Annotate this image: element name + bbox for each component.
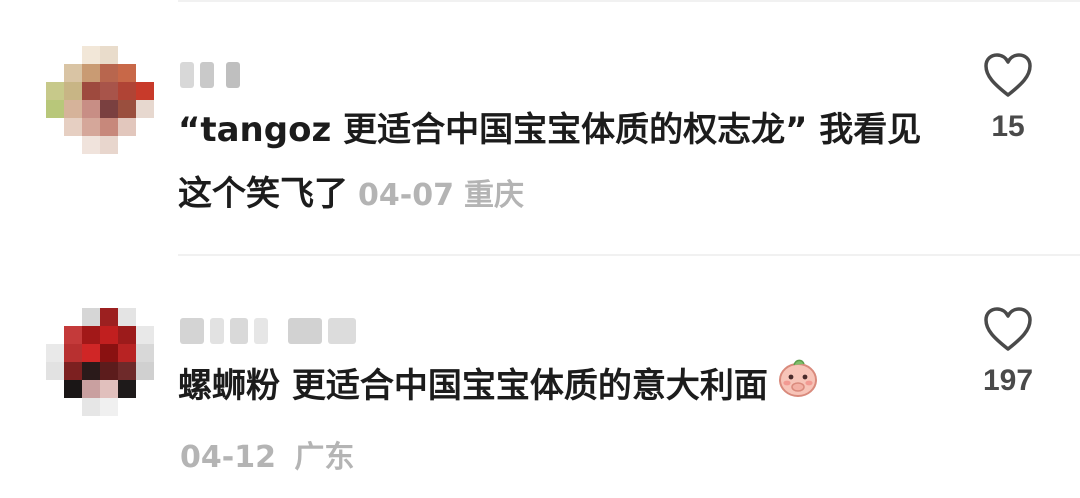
comment-body: 螺蛳粉 更适合中国宝宝体质的意大利面 — [178, 366, 768, 406]
username-blur-block — [200, 62, 214, 88]
comment-meta: 04-12 广东 — [180, 432, 354, 476]
username-blur-block — [226, 62, 240, 88]
comment-body: “tangoz 更适合中国宝宝体质的权志龙” 我看见这个笑飞了 — [178, 110, 922, 214]
username-blur-block — [230, 318, 248, 344]
comment-location: 重庆 — [463, 178, 524, 213]
username-blur-block — [254, 318, 268, 344]
username-blurred[interactable] — [180, 314, 362, 348]
avatar[interactable] — [46, 306, 158, 418]
like-count: 197 — [982, 364, 1034, 397]
username-blur-block — [288, 318, 322, 344]
like-control[interactable]: 15 — [948, 52, 1068, 144]
username-blurred[interactable] — [180, 58, 246, 92]
shy-peach-emoji — [776, 355, 820, 420]
comment-date: 04-12 — [180, 440, 276, 475]
username-blur-block — [328, 318, 356, 344]
comment-date: 04-07 — [358, 178, 454, 213]
username-blur-block — [180, 62, 194, 88]
heart-outline-icon[interactable] — [983, 306, 1033, 352]
avatar[interactable] — [46, 44, 158, 156]
comment-item: 螺蛳粉 更适合中国宝宝体质的意大利面 04-12 广东 197 — [0, 256, 1080, 498]
like-count: 15 — [991, 110, 1025, 143]
heart-outline-icon[interactable] — [983, 52, 1033, 98]
like-control[interactable]: 197 — [948, 306, 1068, 398]
username-blur-block — [210, 318, 224, 344]
comment-location: 广东 — [294, 440, 355, 475]
comment-item: “tangoz 更适合中国宝宝体质的权志龙” 我看见这个笑飞了 04-07 重庆 1… — [0, 0, 1080, 250]
username-blur-block — [180, 318, 204, 344]
comment-text: 螺蛳粉 更适合中国宝宝体质的意大利面 — [178, 354, 938, 420]
comment-text: “tangoz 更适合中国宝宝体质的权志龙” 我看见这个笑飞了 04-07 重庆 — [178, 98, 938, 228]
